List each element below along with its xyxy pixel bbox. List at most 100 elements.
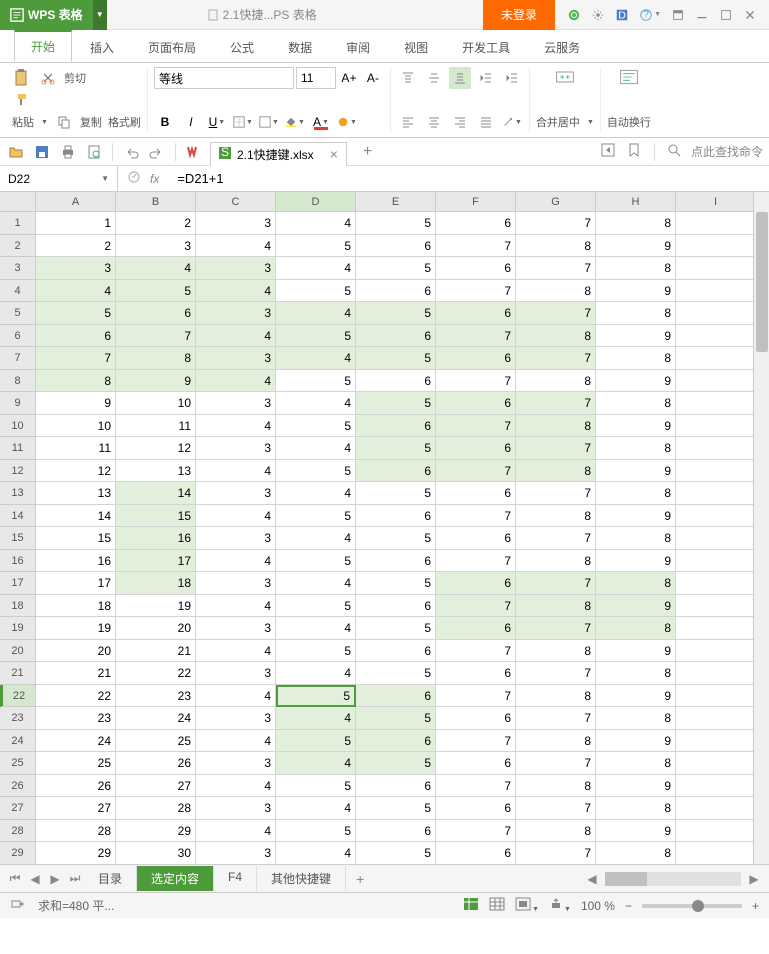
cell[interactable]: 6 (356, 775, 436, 798)
col-header[interactable]: B (116, 192, 196, 211)
border-button[interactable]: ▼ (232, 111, 254, 133)
save-icon[interactable] (32, 142, 52, 162)
cell[interactable]: 24 (36, 730, 116, 753)
cell[interactable]: 15 (36, 527, 116, 550)
last-sheet-icon[interactable]: ⏭ (66, 870, 84, 888)
cell[interactable] (676, 730, 756, 753)
cut-icon[interactable] (38, 68, 58, 88)
cell[interactable]: 10 (36, 415, 116, 438)
menu-tab-6[interactable]: 视图 (388, 33, 444, 62)
cell[interactable]: 9 (596, 505, 676, 528)
cell[interactable]: 26 (36, 775, 116, 798)
cell[interactable]: 7 (516, 572, 596, 595)
cell[interactable]: 6 (356, 640, 436, 663)
spreadsheet-grid[interactable]: ABCDEFGHI 123456789101112131415161718192… (0, 192, 769, 864)
cell[interactable]: 27 (36, 797, 116, 820)
cell[interactable]: 24 (116, 707, 196, 730)
cell[interactable] (676, 212, 756, 235)
align-left-icon[interactable] (397, 111, 419, 133)
cell[interactable] (676, 775, 756, 798)
cell[interactable]: 6 (356, 280, 436, 303)
cell[interactable] (676, 302, 756, 325)
row-header[interactable]: 25 (0, 752, 36, 775)
cell[interactable] (676, 460, 756, 483)
cell[interactable]: 8 (516, 280, 596, 303)
cell[interactable]: 13 (36, 482, 116, 505)
cell[interactable]: 6 (436, 527, 516, 550)
cell[interactable]: 8 (596, 437, 676, 460)
cell[interactable]: 30 (116, 842, 196, 864)
cell[interactable]: 3 (196, 752, 276, 775)
cell[interactable]: 3 (196, 482, 276, 505)
cell[interactable] (676, 797, 756, 820)
cell[interactable]: 5 (356, 572, 436, 595)
cell[interactable]: 19 (36, 617, 116, 640)
cell[interactable] (676, 640, 756, 663)
cell[interactable]: 5 (356, 212, 436, 235)
cell[interactable]: 3 (36, 257, 116, 280)
cell[interactable]: 5 (276, 730, 356, 753)
add-tab-icon[interactable]: + (363, 143, 372, 161)
cell[interactable] (676, 235, 756, 258)
cell[interactable]: 4 (276, 302, 356, 325)
app-logo[interactable]: WPS 表格 (0, 0, 93, 30)
cell[interactable]: 16 (116, 527, 196, 550)
cell[interactable]: 4 (116, 257, 196, 280)
cell[interactable]: 4 (196, 550, 276, 573)
cell[interactable]: 4 (276, 437, 356, 460)
cell[interactable]: 12 (116, 437, 196, 460)
col-header[interactable]: I (676, 192, 756, 211)
cell[interactable]: 6 (436, 707, 516, 730)
cell[interactable] (676, 370, 756, 393)
paste-icon[interactable] (12, 68, 32, 88)
cell[interactable]: 28 (116, 797, 196, 820)
decrease-indent-icon[interactable] (475, 67, 497, 89)
cell[interactable]: 5 (276, 775, 356, 798)
cell[interactable]: 21 (36, 662, 116, 685)
align-middle-icon[interactable] (423, 67, 445, 89)
cell[interactable]: 3 (196, 527, 276, 550)
cell[interactable]: 9 (596, 820, 676, 843)
cell[interactable]: 4 (276, 842, 356, 864)
cell[interactable]: 4 (276, 482, 356, 505)
undo-icon[interactable] (121, 142, 141, 162)
cell[interactable]: 4 (276, 617, 356, 640)
cell[interactable]: 7 (516, 842, 596, 864)
cell[interactable]: 9 (596, 685, 676, 708)
row-header[interactable]: 24 (0, 730, 36, 753)
cell[interactable]: 6 (36, 325, 116, 348)
cell[interactable]: 7 (436, 325, 516, 348)
print-icon[interactable] (58, 142, 78, 162)
cell[interactable]: 18 (36, 595, 116, 618)
row-header[interactable]: 23 (0, 707, 36, 730)
cell[interactable]: 6 (356, 370, 436, 393)
cell[interactable]: 29 (36, 842, 116, 864)
cell[interactable]: 7 (516, 212, 596, 235)
add-sheet-button[interactable]: + (346, 867, 374, 891)
cell[interactable]: 6 (356, 325, 436, 348)
cell[interactable]: 4 (276, 797, 356, 820)
align-right-icon[interactable] (449, 111, 471, 133)
cell[interactable]: 3 (196, 707, 276, 730)
cell[interactable]: 11 (36, 437, 116, 460)
cell[interactable]: 5 (356, 302, 436, 325)
row-header[interactable]: 20 (0, 640, 36, 663)
row-header[interactable]: 5 (0, 302, 36, 325)
cell[interactable]: 25 (116, 730, 196, 753)
cell[interactable]: 4 (276, 392, 356, 415)
increase-indent-icon[interactable] (501, 67, 523, 89)
cell[interactable]: 13 (116, 460, 196, 483)
cell[interactable]: 21 (116, 640, 196, 663)
cancel-formula-icon[interactable] (128, 171, 140, 186)
cell[interactable] (676, 325, 756, 348)
cell[interactable]: 5 (356, 707, 436, 730)
row-header[interactable]: 4 (0, 280, 36, 303)
cell[interactable]: 6 (436, 302, 516, 325)
cell[interactable] (676, 842, 756, 864)
cell[interactable]: 5 (356, 392, 436, 415)
cell[interactable]: 8 (516, 595, 596, 618)
cell[interactable]: 4 (196, 775, 276, 798)
wps-home-icon[interactable] (184, 142, 204, 162)
view-custom-icon[interactable]: ▼ (515, 897, 539, 914)
cell[interactable]: 3 (196, 347, 276, 370)
